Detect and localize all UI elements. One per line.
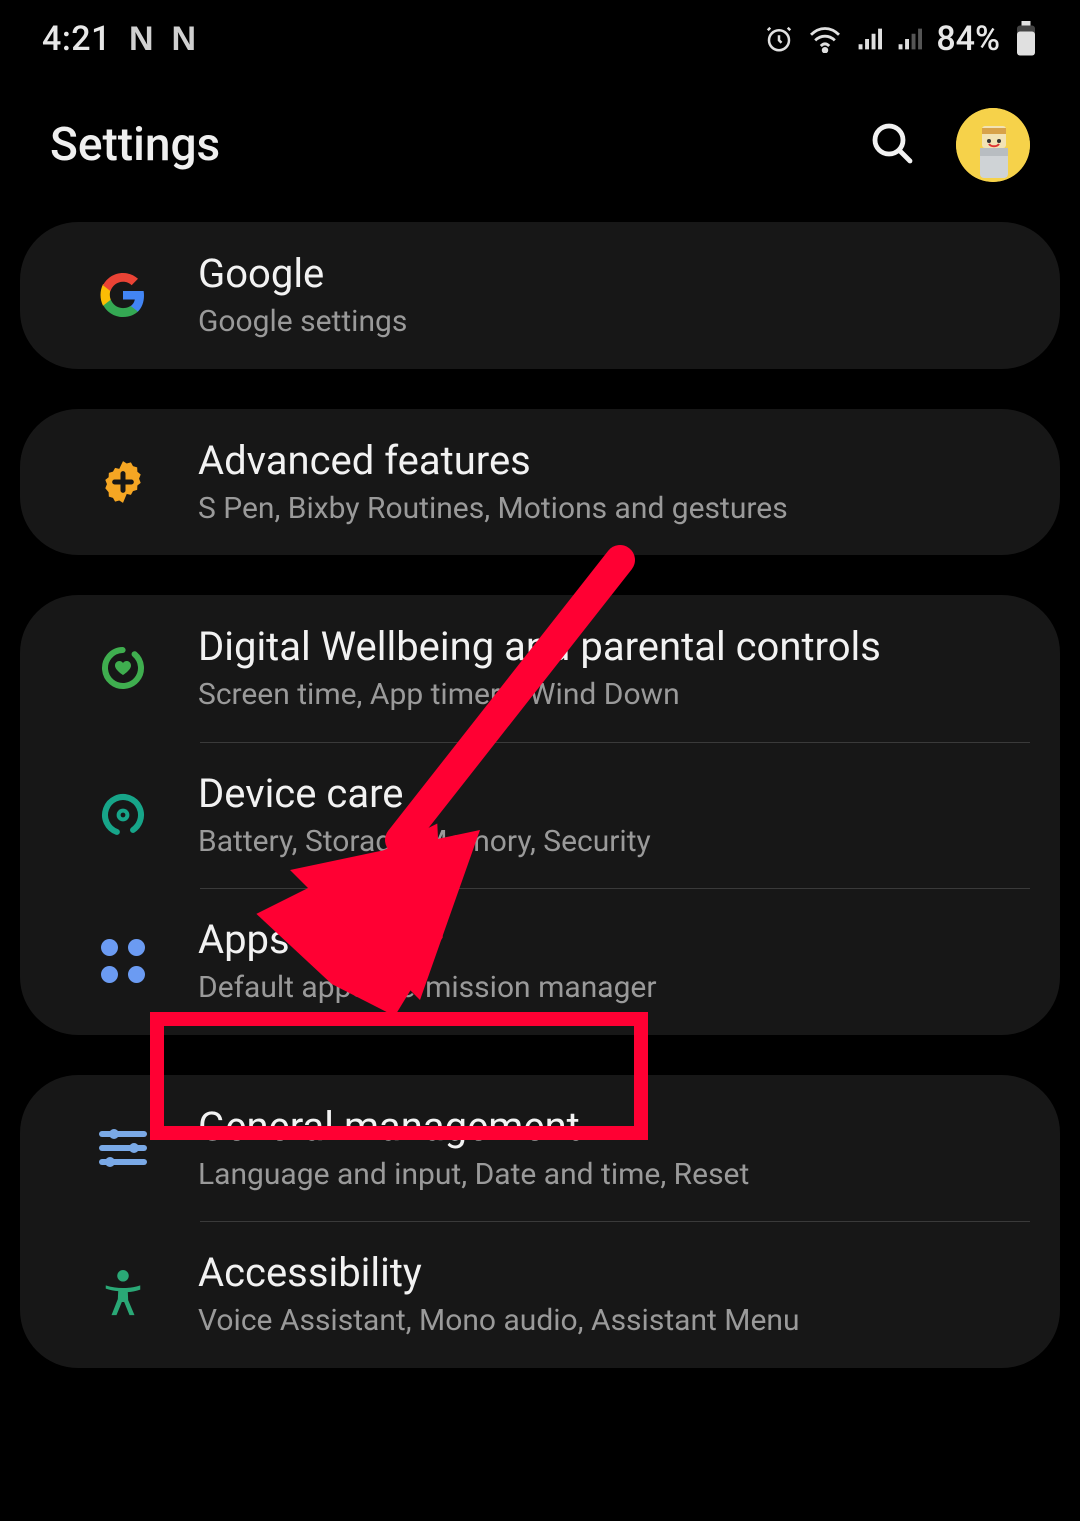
search-button[interactable] [862, 115, 922, 175]
settings-item-sub: Voice Assistant, Mono audio, Assistant M… [198, 1302, 799, 1340]
settings-group-google: Google Google settings [20, 222, 1060, 369]
settings-item-accessibility[interactable]: Accessibility Voice Assistant, Mono audi… [20, 1221, 1060, 1368]
settings-item-label: Device care [198, 770, 651, 817]
accessibility-icon [48, 1269, 198, 1319]
app-header: Settings [0, 78, 1080, 222]
settings-item-digital-wellbeing[interactable]: Digital Wellbeing and parental controls … [20, 595, 1060, 742]
battery-percent: 84% [936, 19, 1000, 59]
signal-1-icon [856, 26, 882, 52]
signal-2-icon [896, 26, 922, 52]
settings-item-sub: Battery, Storage, Memory, Security [198, 823, 651, 861]
settings-group-advanced: Advanced features S Pen, Bixby Routines,… [20, 409, 1060, 556]
settings-item-sub: Language and input, Date and time, Reset [198, 1156, 749, 1194]
settings-item-label: Advanced features [198, 437, 788, 484]
alarm-icon [764, 24, 794, 54]
status-clock: 4:21 [42, 19, 111, 59]
settings-item-advanced-features[interactable]: Advanced features S Pen, Bixby Routines,… [20, 409, 1060, 556]
settings-item-apps[interactable]: Apps Default apps, Permission manager [20, 888, 1060, 1035]
device-care-icon [48, 791, 198, 839]
gear-plus-icon [48, 457, 198, 507]
settings-item-device-care[interactable]: Device care Battery, Storage, Memory, Se… [20, 742, 1060, 889]
settings-item-general-management[interactable]: General management Language and input, D… [20, 1075, 1060, 1222]
battery-icon [1014, 21, 1038, 57]
settings-item-label: Apps [198, 916, 657, 963]
settings-item-sub: Default apps, Permission manager [198, 969, 657, 1007]
settings-item-label: Google [198, 250, 407, 297]
settings-item-label: Accessibility [198, 1249, 799, 1296]
settings-item-sub: Google settings [198, 303, 407, 341]
status-notification-1: N [129, 20, 154, 59]
status-bar: 4:21 N N 84% [0, 0, 1080, 78]
apps-icon [48, 939, 198, 983]
settings-item-label: Digital Wellbeing and parental controls [198, 623, 881, 670]
google-icon [48, 271, 198, 319]
page-title: Settings [50, 118, 220, 172]
wellbeing-icon [48, 644, 198, 692]
settings-group-device: Digital Wellbeing and parental controls … [20, 595, 1060, 1035]
avatar-icon [956, 108, 1030, 182]
sliders-icon [48, 1126, 198, 1170]
wifi-icon [808, 25, 842, 53]
search-icon [868, 119, 916, 171]
settings-item-sub: Screen time, App timers, Wind Down [198, 676, 881, 714]
profile-avatar[interactable] [956, 108, 1030, 182]
settings-item-sub: S Pen, Bixby Routines, Motions and gestu… [198, 490, 788, 528]
settings-item-label: General management [198, 1103, 749, 1150]
settings-item-google[interactable]: Google Google settings [20, 222, 1060, 369]
settings-group-general: General management Language and input, D… [20, 1075, 1060, 1368]
status-notification-2: N [172, 20, 197, 59]
